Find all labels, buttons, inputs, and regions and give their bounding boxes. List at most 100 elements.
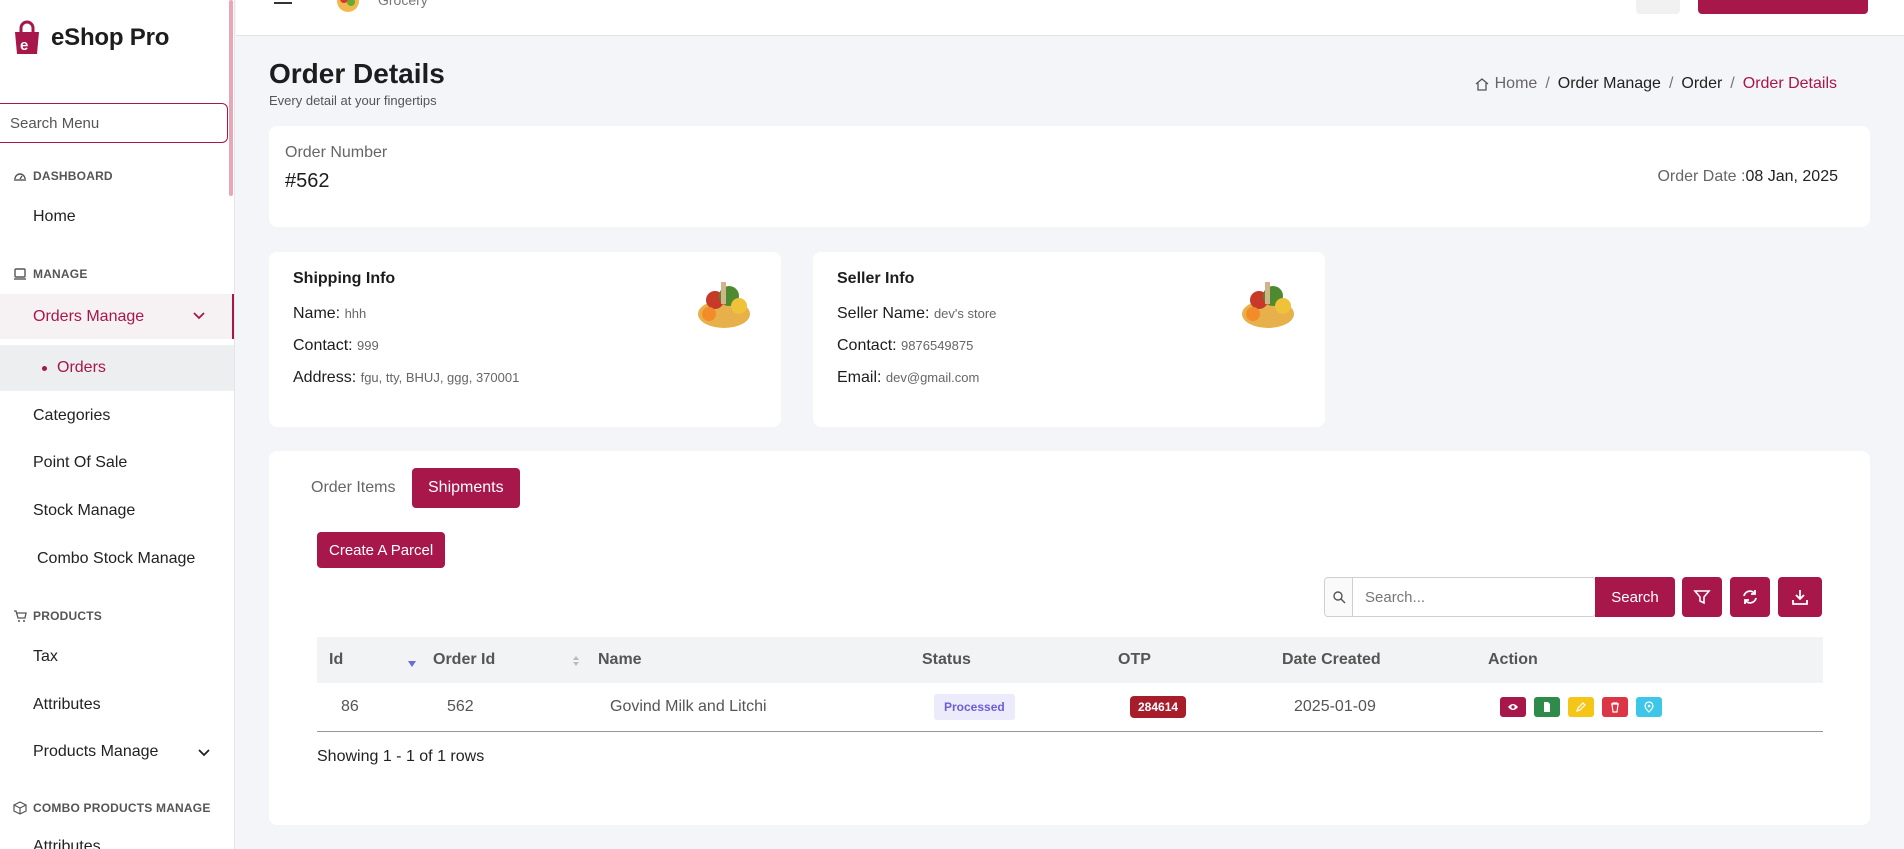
- laptop-icon: [14, 268, 26, 280]
- edit-button[interactable]: [1568, 697, 1594, 717]
- seller-name: Seller Name: dev's store: [837, 305, 996, 323]
- order-date: Order Date :08 Jan, 2025: [1657, 168, 1838, 186]
- order-date-label: Order Date :: [1657, 168, 1746, 185]
- status-badge: Processed: [934, 694, 1015, 720]
- brand[interactable]: e eShop Pro: [11, 20, 169, 56]
- eye-icon: [1508, 704, 1518, 710]
- tab-shipments[interactable]: Shipments: [412, 468, 520, 508]
- table-search-input[interactable]: [1353, 578, 1595, 616]
- user-menu-button[interactable]: [1698, 0, 1868, 14]
- shipping-contact: Contact: 999: [293, 337, 379, 355]
- sidebar-scrollbar[interactable]: [229, 0, 233, 196]
- cell-status: Processed: [934, 683, 1015, 731]
- sidebar-item-attributes[interactable]: Attributes: [0, 684, 234, 726]
- notification-button[interactable]: [1636, 0, 1680, 14]
- sidebar-item-products-manage-label: Products Manage: [33, 743, 159, 760]
- cell-actions: [1500, 683, 1670, 731]
- section-dashboard-label: DASHBOARD: [33, 169, 113, 183]
- filter-button[interactable]: [1682, 577, 1722, 617]
- box-icon: [13, 801, 27, 815]
- col-status: Status: [922, 651, 971, 668]
- shipping-info-card: Shipping Info Name: hhh Contact: 999 Add…: [269, 252, 781, 427]
- sidebar-item-tax[interactable]: Tax: [0, 636, 234, 678]
- document-icon: [1544, 702, 1550, 712]
- section-products: PRODUCTS: [13, 609, 102, 623]
- section-combo-products: COMBO PRODUCTS MANAGE: [13, 801, 211, 815]
- sidebar-item-home[interactable]: Home: [0, 196, 234, 238]
- refresh-button[interactable]: [1730, 577, 1770, 617]
- top-bar: Grocery: [236, 0, 1904, 36]
- sidebar-item-combo-stock-manage[interactable]: Combo Stock Manage: [0, 538, 234, 580]
- shipments-card: Order Items Shipments Create A Parcel Se…: [269, 451, 1870, 825]
- page-title: Order Details: [269, 58, 445, 89]
- shipping-address-value: fgu, tty, BHUJ, ggg, 370001: [360, 370, 520, 385]
- shipping-name: Name: hhh: [293, 305, 366, 323]
- sort-desc-icon[interactable]: [407, 657, 417, 669]
- search-button[interactable]: Search: [1595, 577, 1675, 617]
- pagination-summary: Showing 1 - 1 of 1 rows: [317, 748, 485, 765]
- breadcrumb-separator: /: [1545, 75, 1550, 92]
- track-location-button[interactable]: [1636, 697, 1662, 717]
- cell-otp: 284614: [1130, 683, 1187, 731]
- invoice-button[interactable]: [1534, 697, 1560, 717]
- breadcrumb-home-label: Home: [1494, 75, 1538, 92]
- sidebar-item-categories[interactable]: Categories: [0, 395, 234, 437]
- seller-email-value: dev@gmail.com: [885, 370, 980, 385]
- breadcrumb: Home / Order Manage / Order / Order Deta…: [1474, 75, 1837, 93]
- delete-button[interactable]: [1602, 697, 1628, 717]
- sort-icon[interactable]: [571, 655, 581, 667]
- pencil-icon: [1576, 702, 1586, 712]
- sidebar-item-stock-manage[interactable]: Stock Manage: [0, 490, 234, 532]
- store-avatar[interactable]: [334, 0, 362, 12]
- breadcrumb-current: Order Details: [1742, 75, 1837, 92]
- col-id[interactable]: Id: [329, 637, 343, 683]
- tab-order-items[interactable]: Order Items: [295, 468, 411, 508]
- filter-icon: [1693, 590, 1711, 605]
- download-icon: [1792, 590, 1808, 605]
- sidebar-item-products-manage[interactable]: Products Manage: [0, 731, 234, 773]
- create-parcel-button[interactable]: Create A Parcel: [317, 532, 446, 568]
- location-pin-icon: [1644, 701, 1654, 713]
- order-number-label: Order Number: [285, 144, 388, 161]
- sidebar-item-orders-manage[interactable]: Orders Manage: [0, 294, 234, 339]
- shipping-contact-label: Contact:: [293, 337, 353, 354]
- sidebar-item-orders-label: Orders: [57, 359, 106, 376]
- sidebar: e eShop Pro DASHBOARD Home MANAGE Orders…: [0, 0, 235, 849]
- section-products-label: PRODUCTS: [33, 609, 102, 623]
- page-subtitle: Every detail at your fingertips: [269, 93, 437, 108]
- otp-badge: 284614: [1130, 696, 1187, 718]
- col-date-created: Date Created: [1282, 651, 1381, 668]
- svg-text:e: e: [20, 37, 28, 54]
- sidebar-item-orders[interactable]: Orders: [0, 345, 234, 391]
- col-order-id[interactable]: Order Id: [433, 637, 495, 683]
- search-icon: [1325, 578, 1353, 616]
- trash-icon: [1611, 702, 1619, 713]
- col-action: Action: [1488, 651, 1538, 668]
- breadcrumb-home[interactable]: Home: [1474, 75, 1538, 93]
- export-button[interactable]: [1778, 577, 1822, 617]
- section-dashboard: DASHBOARD: [13, 169, 113, 183]
- brand-name: eShop Pro: [51, 24, 170, 51]
- section-manage: MANAGE: [13, 267, 88, 281]
- seller-email: Email: dev@gmail.com: [837, 369, 979, 387]
- table-header: Id Order Id Name Status OTP Date Created…: [317, 637, 1823, 683]
- cell-name: Govind Milk and Litchi: [610, 698, 767, 715]
- chevron-down-icon: [193, 312, 205, 320]
- view-button[interactable]: [1500, 697, 1526, 717]
- section-manage-label: MANAGE: [33, 267, 88, 281]
- grocery-basket-image: [698, 282, 750, 328]
- search-menu-input[interactable]: [0, 103, 228, 143]
- order-date-value: 08 Jan, 2025: [1745, 168, 1838, 185]
- sidebar-item-combo-attributes[interactable]: Attributes: [0, 826, 234, 849]
- refresh-icon: [1743, 590, 1757, 604]
- grocery-basket-image: [1242, 282, 1294, 328]
- menu-icon[interactable]: [274, 0, 292, 6]
- shipping-name-value: hhh: [344, 306, 367, 321]
- sidebar-item-point-of-sale[interactable]: Point Of Sale: [0, 442, 234, 484]
- breadcrumb-order[interactable]: Order: [1681, 75, 1722, 93]
- seller-contact: Contact: 9876549875: [837, 337, 973, 355]
- seller-info-title: Seller Info: [837, 270, 915, 287]
- shipping-address-label: Address:: [293, 369, 357, 386]
- shopping-bag-logo-icon: e: [15, 20, 39, 54]
- breadcrumb-order-manage[interactable]: Order Manage: [1558, 75, 1661, 93]
